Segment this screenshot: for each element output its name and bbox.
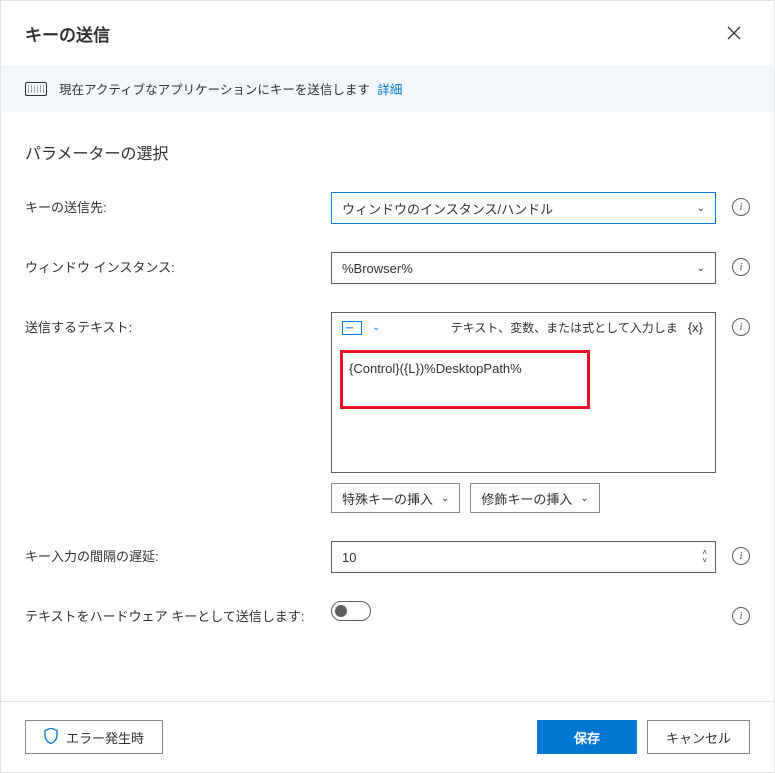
select-instance-value: %Browser% [342,261,413,276]
select-instance[interactable]: %Browser% ⌄ [331,252,716,284]
info-icon[interactable]: i [732,318,750,336]
shield-icon [44,728,58,747]
cancel-button[interactable]: キャンセル [647,720,750,754]
info-icon[interactable]: i [732,258,750,276]
text-editor[interactable]: ⌄ テキスト、変数、または式として入力しま {x} {Control}({L})… [331,312,716,473]
label-hardware: テキストをハードウェア キーとして送信します: [25,601,315,627]
label-delay: キー入力の間隔の遅延: [25,541,315,567]
section-title: パラメーターの選択 [25,140,750,164]
on-error-label: エラー発生時 [66,728,144,747]
insert-modifier-keys-label: 修飾キーの挿入 [481,489,572,508]
toggle-hardware[interactable] [331,601,371,621]
chevron-down-icon: ⌄ [697,263,705,274]
insert-modifier-keys-button[interactable]: 修飾キーの挿入 ⌄ [470,483,599,513]
info-text: 現在アクティブなアプリケーションにキーを送信します [59,83,370,97]
insert-special-keys-button[interactable]: 特殊キーの挿入 ⌄ [331,483,460,513]
insert-special-keys-label: 特殊キーの挿入 [342,489,433,508]
input-delay-value: 10 [342,550,356,565]
chevron-down-icon: ⌄ [580,493,588,504]
editor-hint: テキスト、変数、または式として入力しま [388,319,677,336]
select-destination[interactable]: ウィンドウのインスタンス/ハンドル ⌄ [331,192,716,224]
select-destination-value: ウィンドウのインスタンス/ハンドル [342,199,553,218]
save-button[interactable]: 保存 [537,720,637,754]
label-instance: ウィンドウ インスタンス: [25,252,315,278]
insert-variable-button[interactable]: {x} [686,320,705,335]
label-destination: キーの送信先: [25,192,315,218]
on-error-button[interactable]: エラー発生時 [25,720,163,754]
chevron-down-icon: ⌄ [697,203,705,214]
info-icon[interactable]: i [732,607,750,625]
info-icon[interactable]: i [732,198,750,216]
text-content-highlighted[interactable]: {Control}({L})%DesktopPath% [340,350,590,409]
spinner-down-icon[interactable]: ˅ [702,557,707,565]
input-delay[interactable]: 10 ˄ ˅ [331,541,716,573]
toggle-knob [335,605,347,617]
dialog-title: キーの送信 [25,21,110,46]
mode-icon[interactable] [342,321,362,335]
close-button[interactable] [718,17,750,49]
label-text-to-send: 送信するテキスト: [25,312,315,338]
info-icon[interactable]: i [732,547,750,565]
keyboard-icon [25,82,47,96]
chevron-down-icon: ⌄ [441,493,449,504]
details-link[interactable]: 詳細 [377,83,402,97]
chevron-down-icon[interactable]: ⌄ [372,322,380,333]
info-bar: 現在アクティブなアプリケーションにキーを送信します 詳細 [1,65,774,112]
